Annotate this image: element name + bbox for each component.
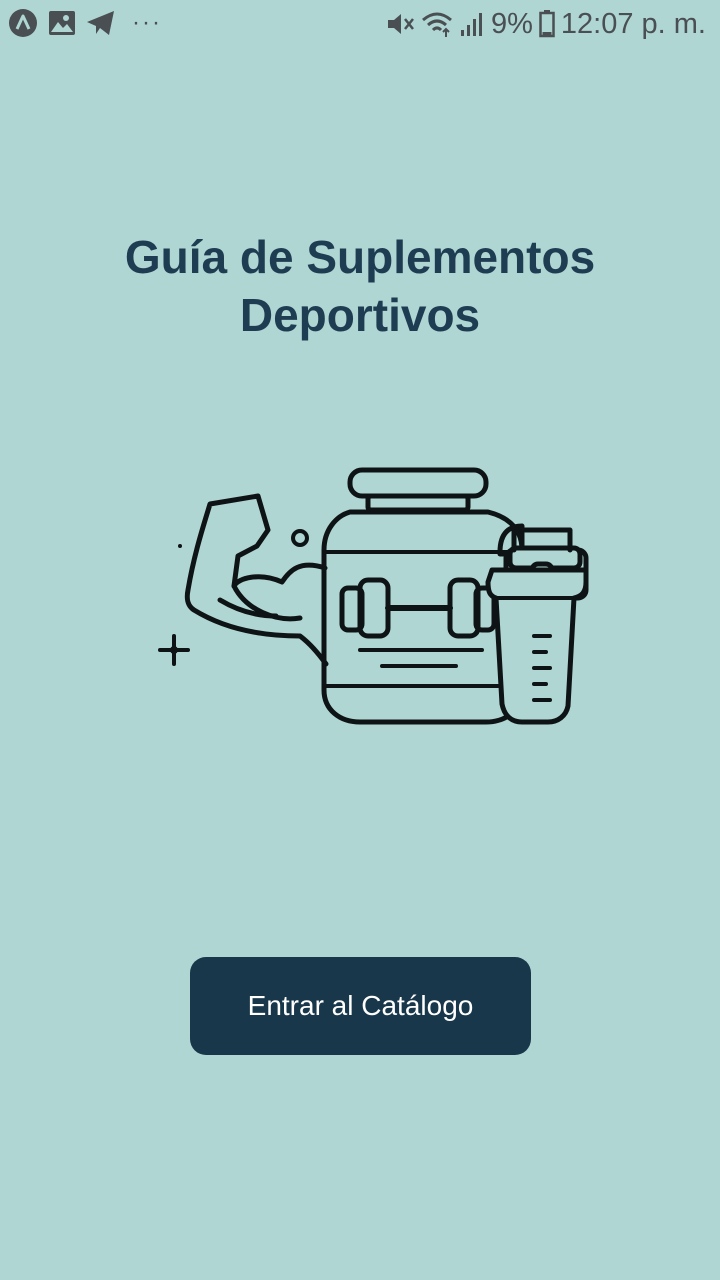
- supplements-illustration-icon: [150, 460, 600, 730]
- status-bar: ··· 9% 12:07 p. m.: [0, 0, 720, 50]
- page-title-line-1: Guía de Suplementos: [124, 231, 596, 283]
- battery-percent: 9%: [490, 8, 533, 40]
- app-a-icon: [8, 8, 38, 38]
- enter-catalog-button-label: Entrar al Catálogo: [247, 990, 474, 1021]
- clock: 12:07 p. m.: [560, 8, 706, 40]
- status-bar-left: ···: [8, 8, 162, 38]
- wifi-icon: [421, 10, 453, 38]
- battery-icon: [539, 10, 555, 38]
- page-title: Guía de Suplementos Deportivos: [0, 228, 720, 344]
- gallery-icon: [48, 10, 76, 36]
- telegram-icon: [86, 10, 116, 36]
- mute-icon: [385, 10, 415, 38]
- enter-catalog-button[interactable]: Entrar al Catálogo: [190, 957, 531, 1055]
- more-dots-icon: ···: [132, 9, 162, 36]
- signal-icon: [459, 10, 485, 38]
- page-title-line-2: Deportivos: [239, 289, 481, 341]
- status-bar-right: 9% 12:07 p. m.: [385, 6, 706, 42]
